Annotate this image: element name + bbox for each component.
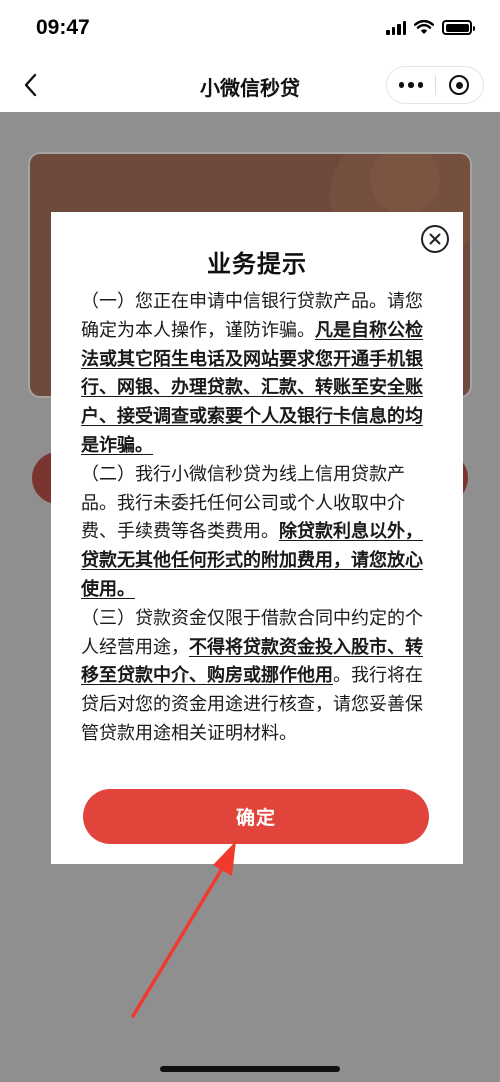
notice-paragraph-3: （三）贷款资金仅限于借款合同中约定的个人经营用途，不得将贷款资金投入股市、转移至… bbox=[81, 605, 433, 749]
exit-miniprogram-button[interactable] bbox=[435, 67, 483, 103]
nav-bar: 小微信秒贷 bbox=[0, 60, 500, 112]
miniprogram-capsule bbox=[386, 66, 484, 104]
home-indicator bbox=[160, 1066, 340, 1072]
notice-paragraph-2: （二）我行小微信秒贷为线上信用贷款产品。我行未委托任何公司或个人收取中介费、手续… bbox=[81, 461, 433, 605]
notice-paragraph-1: （一）您正在申请中信银行贷款产品。请您确定为本人操作，谨防诈骗。凡是自称公检法或… bbox=[81, 288, 433, 461]
battery-icon bbox=[442, 20, 475, 35]
confirm-button[interactable]: 确定 bbox=[83, 789, 429, 844]
more-dots-icon bbox=[398, 82, 404, 88]
dialog-body: （一）您正在申请中信银行贷款产品。请您确定为本人操作，谨防诈骗。凡是自称公检法或… bbox=[81, 288, 433, 749]
business-notice-dialog: 业务提示 （一）您正在申请中信银行贷款产品。请您确定为本人操作，谨防诈骗。凡是自… bbox=[51, 212, 463, 864]
cellular-signal-icon bbox=[386, 20, 406, 35]
dialog-title: 业务提示 bbox=[207, 250, 307, 278]
status-bar: 09:47 bbox=[0, 0, 500, 60]
wifi-icon bbox=[414, 20, 434, 34]
status-time: 09:47 bbox=[36, 16, 90, 39]
target-circle-icon bbox=[449, 75, 470, 95]
status-icons bbox=[386, 20, 475, 35]
more-button[interactable] bbox=[387, 67, 435, 103]
